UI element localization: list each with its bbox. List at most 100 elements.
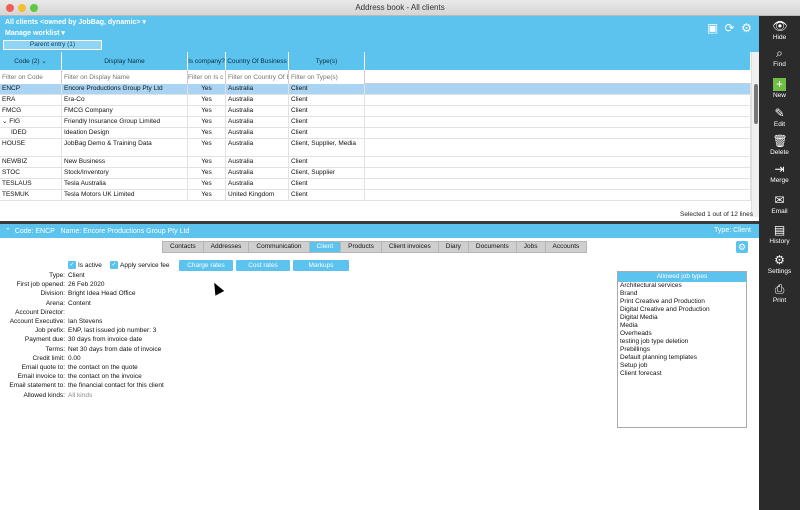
grid-cell-code: ENCP	[0, 84, 62, 94]
table-row[interactable]: HOUSE JobBag Demo & Training Data Yes Austr…	[0, 139, 751, 157]
list-item[interactable]: Architectural services	[618, 282, 746, 290]
table-row[interactable]: TESLAUS Tesla Australia Yes Australia Client	[0, 179, 751, 190]
table-row[interactable]: ERA Era-Co Yes Australia Client	[0, 95, 751, 106]
table-row[interactable]: FMCG FMCG Company Yes Australia Client	[0, 106, 751, 117]
grid-cell-code: HOUSE	[0, 139, 62, 156]
email-button[interactable]: ✉ Email	[759, 194, 800, 216]
form-value: Client	[68, 272, 85, 279]
grid-cell-types: Client	[289, 128, 365, 138]
form-label: Allowed kinds:	[23, 391, 65, 399]
grid-cell-country: Australia	[226, 117, 289, 127]
allowed-job-types-list[interactable]: Allowed job types Architectural services…	[617, 271, 747, 428]
tab-diary[interactable]: Diary	[438, 241, 469, 253]
grid-cell-empty	[365, 190, 751, 200]
column-header-is-company[interactable]: Is company?	[188, 52, 226, 70]
cost-rates-button[interactable]: Cost rates	[236, 260, 290, 271]
form-label: Email quote to:	[21, 364, 65, 371]
refresh-icon[interactable]: ⟳	[723, 21, 736, 35]
checkmark-icon: ✓	[110, 261, 118, 269]
column-header-country[interactable]: Country Of Business	[226, 52, 289, 70]
form-row: Credit limit: 0.00	[0, 355, 400, 364]
parent-entry-button[interactable]: Parent entry (1)	[3, 40, 102, 50]
list-item[interactable]: Client forecast	[618, 370, 746, 378]
history-button[interactable]: ▤ History	[759, 224, 800, 246]
list-item[interactable]: Brand	[618, 290, 746, 298]
filter-code-input[interactable]	[0, 70, 62, 84]
manage-worklist-menu[interactable]: Manage worklist ▾	[5, 29, 65, 37]
list-item[interactable]: Digital Creative and Production	[618, 306, 746, 314]
apply-service-fee-checkbox[interactable]: ✓ Apply service fee	[110, 261, 170, 269]
grid-cell-is-company: Yes	[188, 95, 226, 105]
filter-types-input[interactable]	[289, 70, 365, 84]
collapse-chevron-icon[interactable]: ⌃	[5, 228, 11, 235]
grid-cell-types: Client	[289, 95, 365, 105]
delete-button[interactable]: 🗑 Delete	[759, 135, 800, 157]
grid-cell-name: JobBag Demo & Training Data	[62, 139, 188, 156]
filter-country-input[interactable]	[226, 70, 289, 84]
grid-cell-name: FMCG Company	[62, 106, 188, 116]
list-item[interactable]: Prebillings	[618, 346, 746, 354]
edit-button[interactable]: ✎ Edit	[759, 106, 800, 129]
print-button[interactable]: ⎙ Print	[759, 283, 800, 305]
gear-icon[interactable]: ⚙	[740, 21, 753, 35]
grid-cell-empty	[365, 139, 751, 156]
table-row[interactable]: TESMUK Tesla Motors UK Limited Yes United K…	[0, 190, 751, 201]
form-value: Bright Idea Head Office	[68, 290, 136, 298]
grid-cell-is-company: Yes	[188, 190, 226, 200]
list-item[interactable]: Media	[618, 322, 746, 330]
table-row[interactable]: NEWBIZ New Business Yes Australia Client	[0, 157, 751, 168]
column-header-code[interactable]: Code (2) ⌄	[0, 52, 62, 70]
detail-header: ⌃ Code: ENCP Name: Encore Productions Gr…	[0, 224, 759, 238]
filter-is-company-input[interactable]	[188, 70, 226, 84]
list-item[interactable]: testing job type deletion	[618, 338, 746, 346]
hide-button[interactable]: 👁 Hide	[759, 20, 800, 42]
grid-cell-country: Australia	[226, 139, 289, 156]
column-header-types[interactable]: Type(s)	[289, 52, 365, 70]
tab-client[interactable]: Client	[309, 241, 342, 253]
new-button[interactable]: + New	[759, 78, 800, 99]
grid-scrollbar[interactable]	[751, 52, 759, 217]
pencil-icon: ✎	[774, 106, 785, 120]
tab-communication[interactable]: Communication	[249, 241, 310, 253]
grid-scrollbar-thumb[interactable]	[754, 84, 758, 124]
grid-body: ENCP Encore Productions Group Pty Ltd Yes A…	[0, 84, 751, 201]
table-row[interactable]: ENCP Encore Productions Group Pty Ltd Yes A…	[0, 84, 751, 95]
filter-display-name-input[interactable]	[62, 70, 188, 84]
is-active-checkbox[interactable]: ✓ Is active	[68, 261, 102, 269]
grid-cell-types: Client, Supplier, Media	[289, 139, 365, 156]
find-button[interactable]: ⌕ Find	[759, 47, 800, 69]
table-row[interactable]: STOC Stock/Inventory Yes Australia Client, S…	[0, 168, 751, 179]
tab-client-invoices[interactable]: Client invoices	[381, 241, 439, 253]
form-row: Email invoice to: the contact on the invo…	[0, 373, 400, 382]
grid-cell-is-company: Yes	[188, 84, 226, 94]
tab-addresses[interactable]: Addresses	[203, 241, 250, 253]
list-toolbar: All clients <owned by JobBag, dynamic> ▾…	[0, 16, 759, 52]
view-selector[interactable]: All clients <owned by JobBag, dynamic> ▾	[5, 18, 146, 26]
tab-contacts[interactable]: Contacts	[162, 241, 204, 253]
grid-cell-types: Client	[289, 84, 365, 94]
list-item[interactable]: Setup job	[618, 362, 746, 370]
markups-button[interactable]: Markups	[293, 260, 349, 271]
detail-header-title: Code: ENCP Name: Encore Productions Grou…	[14, 228, 190, 235]
tab-accounts[interactable]: Accounts	[545, 241, 588, 253]
tab-documents[interactable]: Documents	[468, 241, 517, 253]
column-header-display-name[interactable]: Display Name	[62, 52, 188, 70]
table-row[interactable]: ⌄ FIG Friendly Insurance Group Limited Yes…	[0, 117, 751, 128]
detail-gear-icon[interactable]: ⚙	[736, 241, 748, 253]
grid-cell-name: Encore Productions Group Pty Ltd	[62, 84, 188, 94]
list-item[interactable]: Print Creative and Production	[618, 298, 746, 306]
grid-cell-name: New Business	[62, 157, 188, 167]
table-row[interactable]: IDED Ideation Design Yes Australia Client	[0, 128, 751, 139]
form-row: Type: Client	[0, 272, 400, 281]
save-icon[interactable]: ▣	[706, 21, 719, 35]
detail-header-type: Type: Client	[714, 227, 751, 234]
settings-button[interactable]: ⚙ Settings	[759, 254, 800, 276]
charge-rates-button[interactable]: Charge rates	[179, 260, 233, 271]
tab-jobs[interactable]: Jobs	[516, 241, 546, 253]
list-item[interactable]: Default planning templates	[618, 354, 746, 362]
grid-cell-country: Australia	[226, 168, 289, 178]
list-item[interactable]: Digital Media	[618, 314, 746, 322]
tab-products[interactable]: Products	[341, 241, 382, 253]
merge-button[interactable]: ⇥ Merge	[759, 163, 800, 185]
list-item[interactable]: Overheads	[618, 330, 746, 338]
